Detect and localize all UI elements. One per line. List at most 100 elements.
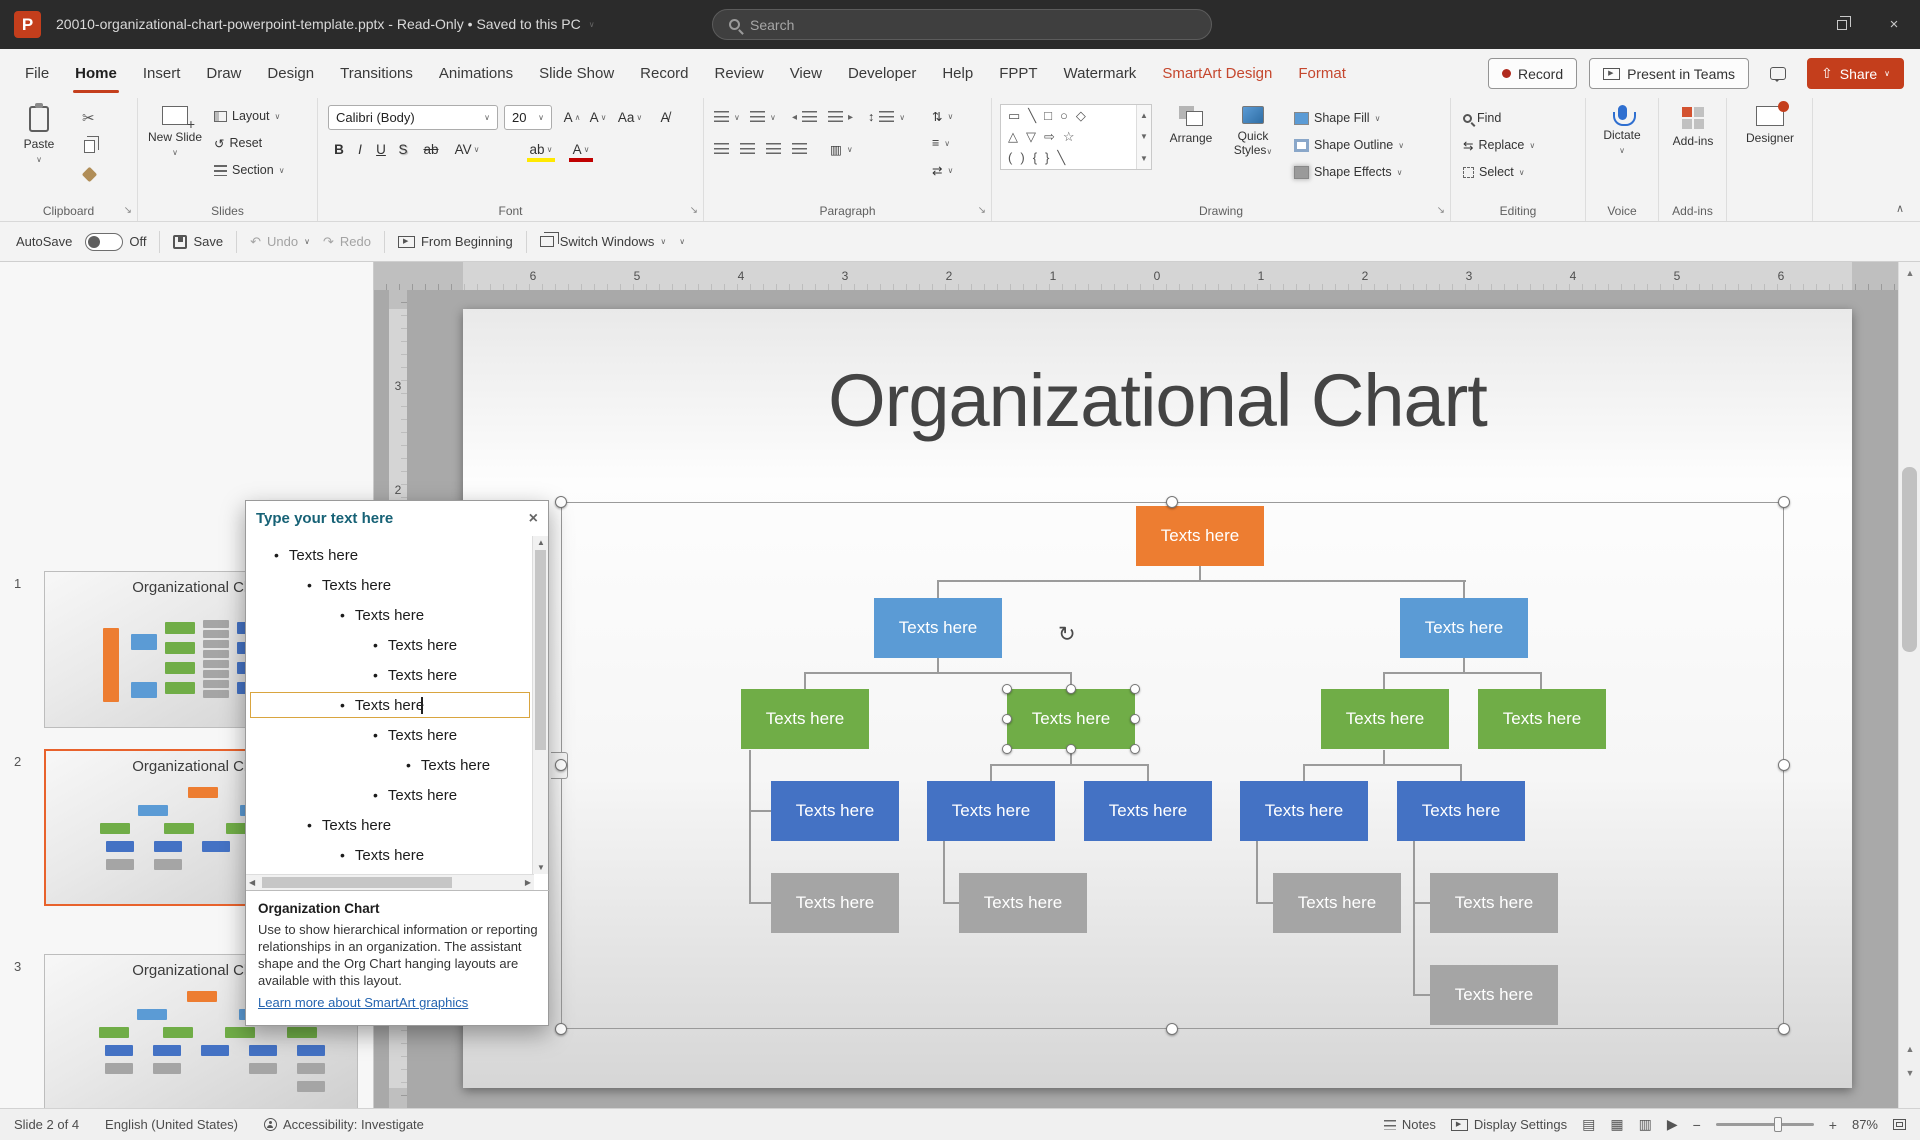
org-box[interactable]: Texts here xyxy=(1084,781,1212,841)
decrease-font-size-button[interactable]: A∨ xyxy=(586,105,610,130)
format-painter-button[interactable] xyxy=(84,162,95,186)
save-button[interactable]: Save xyxy=(173,234,223,249)
from-beginning-button[interactable]: From Beginning xyxy=(398,234,513,249)
org-box[interactable]: Texts here xyxy=(741,689,869,749)
menu-tab-watermark[interactable]: Watermark xyxy=(1051,49,1150,98)
normal-view-button[interactable]: ▤ xyxy=(1582,1116,1595,1133)
bullets-button[interactable]: ∨ xyxy=(714,105,740,129)
paragraph-dialog-launcher-icon[interactable]: ↘ xyxy=(978,205,986,216)
menu-tab-format[interactable]: Format xyxy=(1285,49,1359,98)
shape-selection-handle[interactable] xyxy=(1002,744,1012,754)
menu-tab-help[interactable]: Help xyxy=(929,49,986,98)
columns-button[interactable]: ▥∨ xyxy=(830,137,853,161)
fit-to-window-icon[interactable] xyxy=(1893,1119,1906,1130)
close-icon[interactable]: × xyxy=(529,510,538,528)
reset-button[interactable]: ↺Reset xyxy=(214,131,262,155)
language-indicator[interactable]: English (United States) xyxy=(105,1117,238,1132)
smartart-text-pane[interactable]: Type your text here × •Texts here•Texts … xyxy=(245,500,549,1026)
slide-indicator[interactable]: Slide 2 of 4 xyxy=(14,1117,79,1132)
shape-selection-handle[interactable] xyxy=(1002,714,1012,724)
scroll-down-arrow-icon[interactable]: ▼ xyxy=(537,863,545,872)
comments-button[interactable] xyxy=(1761,58,1795,89)
scrollbar-thumb[interactable] xyxy=(535,550,546,750)
slideshow-view-button[interactable]: ▶ xyxy=(1667,1116,1678,1133)
org-box[interactable]: Texts here xyxy=(1430,873,1558,933)
font-dialog-launcher-icon[interactable]: ↘ xyxy=(690,205,698,216)
shape-selection-handle[interactable] xyxy=(1130,684,1140,694)
selection-handle[interactable] xyxy=(1778,1023,1790,1035)
org-box[interactable]: Texts here xyxy=(1273,873,1401,933)
shape-selection-handle[interactable] xyxy=(1066,684,1076,694)
selection-handle[interactable] xyxy=(555,1023,567,1035)
redo-button[interactable]: ↷Redo xyxy=(323,234,371,250)
layout-button[interactable]: Layout∨ xyxy=(214,104,280,128)
menu-tab-home[interactable]: Home xyxy=(62,49,130,98)
highlight-color-button[interactable]: ab∨ xyxy=(524,137,558,162)
smartart-selection-frame[interactable] xyxy=(561,502,1784,1029)
record-button[interactable]: Record xyxy=(1488,58,1577,89)
increase-indent-button[interactable]: ▸ xyxy=(828,105,853,129)
learn-more-link[interactable]: Learn more about SmartArt graphics xyxy=(258,994,468,1011)
text-pane-item[interactable]: •Texts here xyxy=(246,660,534,690)
scroll-up-arrow-icon[interactable]: ▲ xyxy=(1899,262,1920,284)
line-spacing-button[interactable]: ↕∨ xyxy=(868,105,905,129)
selection-handle[interactable] xyxy=(1778,496,1790,508)
italic-button[interactable]: I xyxy=(352,137,368,162)
org-box[interactable]: Texts here xyxy=(1136,506,1264,566)
org-box[interactable]: Texts here xyxy=(1400,598,1528,658)
cut-button[interactable]: ✂ xyxy=(82,106,95,130)
powerpoint-logo[interactable]: P xyxy=(14,11,41,38)
addins-button[interactable]: Add-ins xyxy=(1664,103,1722,148)
shapes-gallery[interactable]: ▭╲□○◇ △▽⇨☆ (){}╲ ▲▼▼ xyxy=(1000,104,1152,170)
find-button[interactable]: Find xyxy=(1463,106,1501,130)
undo-button[interactable]: ↶Undo∨ xyxy=(250,234,310,250)
clipboard-dialog-launcher-icon[interactable]: ↘ xyxy=(124,205,132,216)
text-shadow-button[interactable]: S xyxy=(394,137,412,162)
org-box[interactable]: Texts here xyxy=(927,781,1055,841)
selection-handle[interactable] xyxy=(1166,496,1178,508)
present-in-teams-button[interactable]: Present in Teams xyxy=(1589,58,1749,89)
shape-fill-button[interactable]: Shape Fill∨ xyxy=(1294,106,1380,130)
restore-window-button[interactable] xyxy=(1816,0,1868,49)
selection-handle[interactable] xyxy=(1166,1023,1178,1035)
menu-tab-review[interactable]: Review xyxy=(702,49,777,98)
menu-tab-record[interactable]: Record xyxy=(627,49,701,98)
text-pane-item[interactable]: •Texts here xyxy=(246,630,534,660)
numbering-button[interactable]: ∨ xyxy=(750,105,776,129)
change-case-button[interactable]: Aa∨ xyxy=(614,105,646,130)
chevron-down-icon[interactable]: ∨ xyxy=(589,0,595,49)
select-button[interactable]: Select∨ xyxy=(1463,160,1525,184)
collapse-ribbon-button[interactable]: ∧ xyxy=(1896,202,1904,215)
autosave-toggle[interactable]: Off xyxy=(85,233,146,251)
text-pane-item[interactable]: •Texts here xyxy=(246,750,534,780)
bold-button[interactable]: B xyxy=(330,137,348,162)
selection-handle[interactable] xyxy=(555,759,567,771)
menu-tab-file[interactable]: File xyxy=(12,49,62,98)
display-settings-button[interactable]: Display Settings xyxy=(1451,1117,1567,1132)
text-pane-item[interactable]: •Texts here xyxy=(246,720,534,750)
zoom-out-button[interactable]: − xyxy=(1693,1117,1701,1133)
previous-slide-button[interactable]: ▲ xyxy=(1899,1038,1920,1060)
menu-tab-draw[interactable]: Draw xyxy=(193,49,254,98)
rotate-handle-icon[interactable]: ↻ xyxy=(1058,624,1076,645)
menu-tab-insert[interactable]: Insert xyxy=(130,49,194,98)
shape-selection-handle[interactable] xyxy=(1066,744,1076,754)
font-name-combo[interactable]: Calibri (Body)∨ xyxy=(328,105,498,130)
decrease-indent-button[interactable]: ◂ xyxy=(792,105,817,129)
slide-sorter-view-button[interactable]: ▦ xyxy=(1610,1116,1623,1133)
new-slide-button[interactable]: New Slide∨ xyxy=(146,103,204,159)
copy-button[interactable] xyxy=(84,134,95,158)
org-box[interactable]: Texts here xyxy=(1430,965,1558,1025)
scroll-up-arrow-icon[interactable]: ▲ xyxy=(537,538,545,547)
org-box[interactable]: Texts here xyxy=(771,873,899,933)
text-direction-button[interactable]: ⇅∨ xyxy=(932,104,953,128)
text-pane-item[interactable]: •Texts here xyxy=(246,780,534,810)
text-pane-vertical-scrollbar[interactable]: ▲▼ xyxy=(532,536,548,874)
underline-button[interactable]: U xyxy=(372,137,390,162)
shape-outline-button[interactable]: Shape Outline∨ xyxy=(1294,133,1404,157)
arrange-button[interactable]: Arrange xyxy=(1162,103,1220,145)
character-spacing-button[interactable]: AV∨ xyxy=(450,137,484,162)
drawing-dialog-launcher-icon[interactable]: ↘ xyxy=(1437,205,1445,216)
menu-tab-fppt[interactable]: FPPT xyxy=(986,49,1050,98)
text-pane-item[interactable]: •Texts here xyxy=(246,600,534,630)
